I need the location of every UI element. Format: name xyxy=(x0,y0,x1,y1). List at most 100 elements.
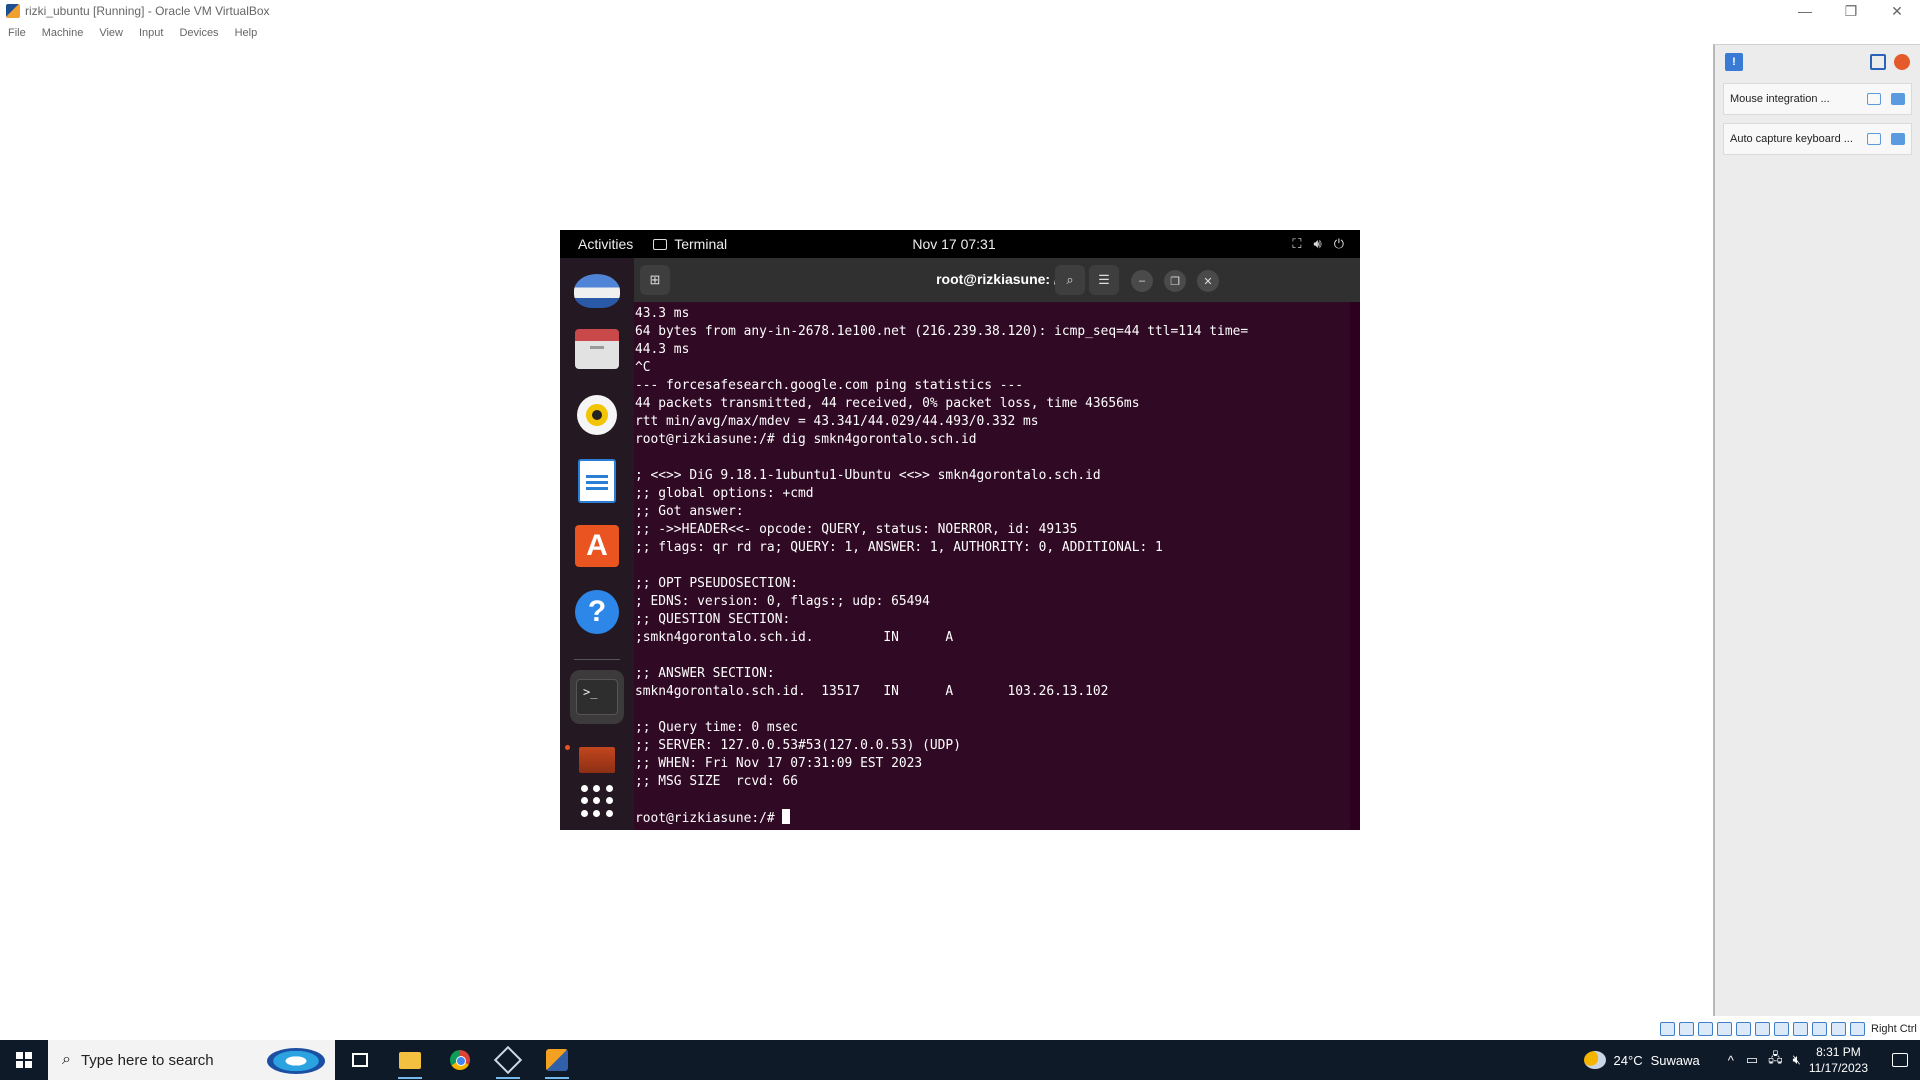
virtualbox-icon xyxy=(493,1045,523,1075)
weather-temp[interactable]: 24°C xyxy=(1614,1053,1643,1068)
task-view-button[interactable] xyxy=(340,1044,380,1076)
system-tray[interactable]: ⛶ 🔊︎ ⏻ xyxy=(1292,236,1344,252)
menu-view[interactable]: View xyxy=(91,24,131,42)
task-view-icon xyxy=(352,1053,368,1067)
terminal-line: root@rizkiasune:/# dig smkn4gorontalo.sc… xyxy=(635,432,977,447)
dock-show-applications[interactable] xyxy=(570,774,624,828)
terminal-maximize-button[interactable]: ❐ xyxy=(1164,270,1186,292)
taskbar-search[interactable]: ⌕ Type here to search xyxy=(48,1040,335,1080)
terminal-line: ;; Got answer: xyxy=(635,504,744,519)
file-explorer-icon xyxy=(399,1051,421,1069)
notification-sort-icon[interactable] xyxy=(1870,54,1886,70)
gnome-clock[interactable]: Nov 17 07:31 xyxy=(912,236,995,252)
terminal-line: smkn4gorontalo.sch.id. 13517 IN A 103.26… xyxy=(635,684,1109,699)
terminal-line: ;; ANSWER SECTION: xyxy=(635,666,775,681)
audio-icon[interactable] xyxy=(1698,1022,1713,1036)
rhythmbox-icon xyxy=(577,395,617,435)
minimize-button[interactable]: — xyxy=(1782,0,1828,22)
keyboard-capture-icon[interactable] xyxy=(1850,1022,1865,1036)
window-title: rizki_ubuntu [Running] - Oracle VM Virtu… xyxy=(25,4,270,18)
hamburger-icon: ☰ xyxy=(1098,272,1110,287)
notification-dont-show-icon[interactable] xyxy=(1867,93,1881,105)
terminal-minimize-button[interactable]: – xyxy=(1131,270,1153,292)
chrome-button[interactable] xyxy=(440,1044,480,1076)
weather-icon[interactable] xyxy=(1583,1051,1606,1069)
menu-devices[interactable]: Devices xyxy=(171,24,226,42)
network-icon[interactable]: 🖧︎ xyxy=(1768,1049,1783,1071)
notification-center-button[interactable] xyxy=(1880,1040,1920,1080)
notification-mouse-integration[interactable]: Mouse integration ... xyxy=(1723,83,1912,115)
dock-ubuntu-software[interactable]: A xyxy=(570,519,624,573)
recording-icon[interactable] xyxy=(1793,1022,1808,1036)
terminal-close-button[interactable]: ✕ xyxy=(1197,270,1219,292)
terminal-prompt: root@rizkiasune:/# xyxy=(635,811,783,826)
terminal-line: ;; MSG SIZE rcvd: 66 xyxy=(635,774,798,789)
taskbar-clock[interactable]: 8:31 PM 11/17/2023 xyxy=(1809,1044,1868,1076)
terminal-line: ; <<>> DiG 9.18.1-1ubuntu1-Ubuntu <<>> s… xyxy=(635,468,1101,483)
meet-now-icon[interactable]: ▭ xyxy=(1746,1052,1758,1068)
notification-dont-show-icon[interactable] xyxy=(1867,133,1881,145)
file-explorer-button[interactable] xyxy=(390,1044,430,1079)
notification-auto-capture-keyboard[interactable]: Auto capture keyboard ... xyxy=(1723,123,1912,155)
chevron-up-icon[interactable]: ^ xyxy=(1728,1053,1734,1068)
terminal-prompt-line[interactable]: root@rizkiasune:/# xyxy=(635,809,1350,827)
ubuntu-dock: A ? >_ xyxy=(560,258,634,830)
weather-location[interactable]: Suwawa xyxy=(1651,1053,1700,1068)
notification-text: Mouse integration ... xyxy=(1730,93,1830,105)
notification-close-icon[interactable] xyxy=(1891,133,1905,145)
volume-muted-icon[interactable]: 🔇︎ xyxy=(1793,1052,1801,1068)
text-cursor xyxy=(782,809,791,824)
network-icon[interactable] xyxy=(1717,1022,1732,1036)
dock-thunderbird[interactable] xyxy=(570,264,624,318)
chrome-icon xyxy=(450,1050,470,1070)
display-icon[interactable] xyxy=(1774,1022,1789,1036)
app-menu-terminal[interactable]: Terminal xyxy=(653,236,727,252)
terminal-line: 44 packets transmitted, 44 received, 0% … xyxy=(635,396,1140,411)
virtualbox-app-icon xyxy=(6,4,20,18)
windows-taskbar: ⌕ Type here to search 24°C Suwawa ^ ▭ 🖧︎… xyxy=(0,1040,1920,1080)
optical-drive-icon[interactable] xyxy=(1679,1022,1694,1036)
usb-icon[interactable] xyxy=(1736,1022,1751,1036)
menu-input[interactable]: Input xyxy=(131,24,171,42)
virtualbox-manager-button[interactable] xyxy=(488,1044,528,1079)
vm-guest-screen[interactable]: Activities Terminal Nov 17 07:31 ⛶ 🔊︎ ⏻ … xyxy=(560,230,1360,830)
notification-clear-icon[interactable] xyxy=(1894,54,1910,70)
menu-help[interactable]: Help xyxy=(227,24,266,42)
start-button[interactable] xyxy=(0,1040,48,1080)
close-button[interactable]: ✕ xyxy=(1874,0,1920,22)
dock-rhythmbox[interactable] xyxy=(570,388,624,442)
dock-terminal[interactable]: >_ xyxy=(570,670,624,724)
dock-separator xyxy=(574,659,620,660)
terminal-output[interactable]: 43.3 ms 64 bytes from any-in-2678.1e100.n… xyxy=(634,302,1350,830)
app-grid-icon xyxy=(581,785,613,817)
notification-close-icon[interactable] xyxy=(1891,93,1905,105)
restore-button[interactable]: ❐ xyxy=(1828,0,1874,22)
terminal-headerbar: ⊞ root@rizkiasune: / ⌕ ☰ – ❐ ✕ xyxy=(634,258,1360,302)
activities-button[interactable]: Activities xyxy=(578,236,633,252)
vm-window-button[interactable] xyxy=(537,1044,577,1079)
menu-file[interactable]: File xyxy=(0,24,34,42)
search-icon: ⌕ xyxy=(1066,272,1074,287)
dock-files[interactable] xyxy=(570,322,624,376)
terminal-line: 44.3 ms xyxy=(635,342,690,357)
vt-x-icon[interactable] xyxy=(1812,1022,1827,1036)
notification-info-icon[interactable]: ! xyxy=(1725,53,1743,71)
terminal-title: root@rizkiasune: / xyxy=(936,271,1058,287)
mouse-integration-icon[interactable] xyxy=(1831,1022,1846,1036)
menu-button[interactable]: ☰ xyxy=(1089,265,1119,295)
search-highlight-icon xyxy=(267,1048,325,1074)
menu-machine[interactable]: Machine xyxy=(34,24,92,42)
terminal-icon: >_ xyxy=(576,679,618,715)
dock-help[interactable]: ? xyxy=(570,585,624,639)
hard-disk-icon[interactable] xyxy=(1660,1022,1675,1036)
dock-libreoffice-writer[interactable] xyxy=(570,454,624,508)
search-button[interactable]: ⌕ xyxy=(1055,265,1085,295)
host-key-label: Right Ctrl xyxy=(1871,1023,1917,1035)
terminal-line: ;; global options: +cmd xyxy=(635,486,814,501)
shared-folders-icon[interactable] xyxy=(1755,1022,1770,1036)
terminal-line: ;; OPT PSEUDOSECTION: xyxy=(635,576,798,591)
